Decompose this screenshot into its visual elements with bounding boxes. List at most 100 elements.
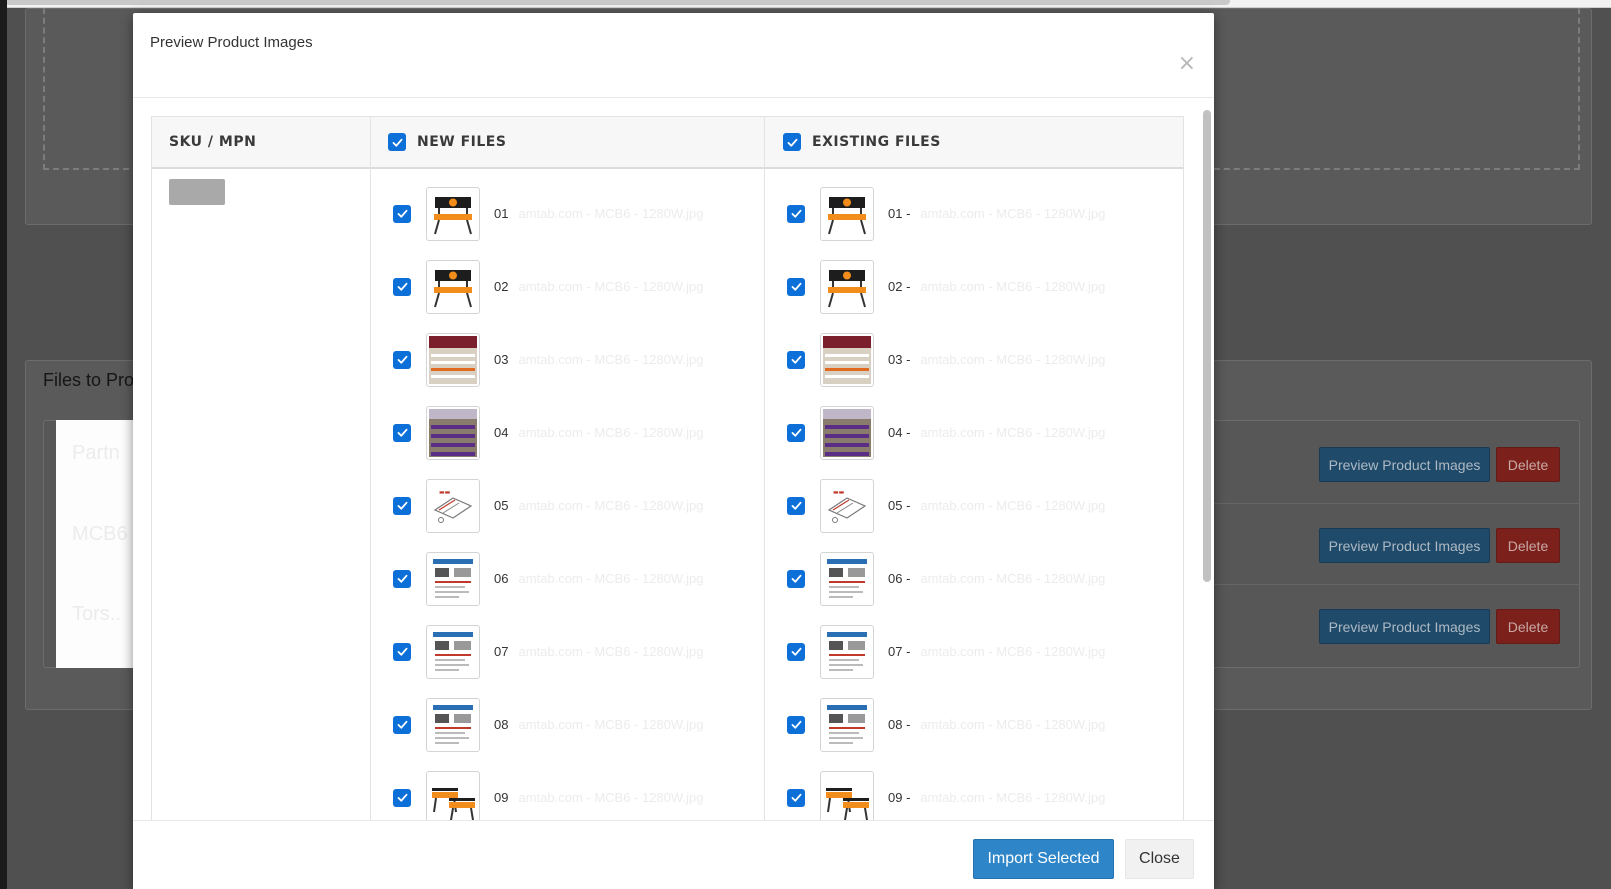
- file-select-checkbox[interactable]: [787, 350, 805, 369]
- file-number: 06 -: [888, 571, 911, 586]
- diagram-sketch-thumbnail[interactable]: ▬▬: [426, 478, 480, 533]
- file-select-checkbox[interactable]: [393, 423, 411, 442]
- file-row: Preview Product Images Delete: [1190, 425, 1580, 504]
- file-select-checkbox[interactable]: [393, 277, 411, 296]
- file-row: 01 - amtab.com - MCB6 - 1280W.jpg: [787, 177, 1105, 250]
- delete-button[interactable]: Delete: [1496, 528, 1560, 563]
- file-select-checkbox[interactable]: [787, 496, 805, 515]
- bench-orange-banner-thumbnail[interactable]: [820, 259, 874, 314]
- file-number: 02: [494, 279, 509, 294]
- check-icon: [791, 501, 801, 510]
- svg-text:▬▬: ▬▬: [833, 489, 845, 496]
- file-select-checkbox[interactable]: [393, 642, 411, 661]
- check-icon: [397, 209, 407, 218]
- file-name: MCB6: [72, 523, 128, 545]
- file-select-checkbox[interactable]: [787, 423, 805, 442]
- bench-orange-banner-thumbnail[interactable]: [820, 186, 874, 241]
- bench-orange-thumbnail[interactable]: [820, 770, 874, 820]
- file-select-checkbox[interactable]: [787, 642, 805, 661]
- file-number: 06: [494, 571, 509, 586]
- file-number: 04: [494, 425, 509, 440]
- check-icon: [787, 138, 797, 147]
- select-all-existing-checkbox[interactable]: [783, 133, 801, 151]
- bench-orange-banner-thumbnail[interactable]: [426, 259, 480, 314]
- file-name-faded: amtab.com - MCB6 - 1280W.jpg: [920, 498, 1106, 513]
- file-row: Preview Product Images Delete: [1190, 587, 1580, 666]
- file-name-faded: amtab.com - MCB6 - 1280W.jpg: [920, 717, 1106, 732]
- file-number: 05: [494, 498, 509, 513]
- file-row: Preview Product Images Delete: [1190, 506, 1580, 585]
- spec-sheet-thumbnail[interactable]: [426, 551, 480, 606]
- diagram-sketch-thumbnail[interactable]: ▬▬: [820, 478, 874, 533]
- column-divider: [764, 117, 765, 820]
- file-name-faded: amtab.com - MCB6 - 1280W.jpg: [518, 425, 704, 440]
- bleachers-purple-thumbnail[interactable]: [820, 405, 874, 460]
- files-panel-heading: Files to Pro: [43, 370, 135, 390]
- check-icon: [791, 720, 801, 729]
- check-icon: [397, 647, 407, 656]
- file-select-checkbox[interactable]: [393, 204, 411, 223]
- file-name-faded: amtab.com - MCB6 - 1280W.jpg: [920, 790, 1106, 805]
- file-select-checkbox[interactable]: [787, 715, 805, 734]
- modal-scrollbar[interactable]: [1203, 110, 1211, 582]
- address-bar: [0, 0, 1230, 5]
- bench-orange-banner-thumbnail[interactable]: [426, 186, 480, 241]
- check-icon: [791, 209, 801, 218]
- bench-orange-thumbnail[interactable]: [426, 770, 480, 820]
- file-name-faded: amtab.com - MCB6 - 1280W.jpg: [920, 644, 1106, 659]
- file-row: 07 - amtab.com - MCB6 - 1280W.jpg: [787, 615, 1105, 688]
- preview-product-images-button[interactable]: Preview Product Images: [1319, 528, 1490, 563]
- spec-sheet-thumbnail[interactable]: [820, 551, 874, 606]
- file-row: 06 - amtab.com - MCB6 - 1280W.jpg: [787, 542, 1105, 615]
- bleachers-gym-thumbnail[interactable]: [820, 332, 874, 387]
- check-icon: [397, 720, 407, 729]
- column-header-existing-files-label: EXISTING FILES: [812, 134, 941, 150]
- close-button[interactable]: Close: [1125, 839, 1194, 879]
- file-select-checkbox[interactable]: [787, 788, 805, 807]
- spec-sheet-thumbnail[interactable]: [820, 697, 874, 752]
- file-number: 03: [494, 352, 509, 367]
- delete-button[interactable]: Delete: [1496, 447, 1560, 482]
- preview-product-images-button[interactable]: Preview Product Images: [1319, 609, 1490, 644]
- spec-sheet-thumbnail[interactable]: [820, 624, 874, 679]
- spec-sheet-thumbnail[interactable]: [426, 697, 480, 752]
- file-select-checkbox[interactable]: [393, 496, 411, 515]
- file-name-column: Partn MCB6 Tors..: [56, 420, 134, 668]
- file-row: 03 - amtab.com - MCB6 - 1280W.jpg: [787, 323, 1105, 396]
- check-icon: [791, 574, 801, 583]
- spec-sheet-thumbnail[interactable]: [426, 624, 480, 679]
- check-icon: [392, 138, 402, 147]
- file-row: 04 amtab.com - MCB6 - 1280W.jpg: [393, 396, 703, 469]
- modal-body[interactable]: SKU / MPN NEW FILES EXISTING FILES 01 amt…: [133, 98, 1214, 820]
- check-icon: [397, 428, 407, 437]
- check-icon: [791, 793, 801, 802]
- bleachers-gym-thumbnail[interactable]: [426, 332, 480, 387]
- file-name-faded: amtab.com - MCB6 - 1280W.jpg: [920, 571, 1106, 586]
- file-select-checkbox[interactable]: [393, 788, 411, 807]
- preview-product-images-button[interactable]: Preview Product Images: [1319, 447, 1490, 482]
- bleachers-purple-thumbnail[interactable]: [426, 405, 480, 460]
- delete-button[interactable]: Delete: [1496, 609, 1560, 644]
- check-icon: [397, 282, 407, 291]
- check-icon: [791, 647, 801, 656]
- check-icon: [397, 574, 407, 583]
- file-select-checkbox[interactable]: [393, 715, 411, 734]
- file-name-faded: amtab.com - MCB6 - 1280W.jpg: [518, 717, 704, 732]
- file-number: 07: [494, 644, 509, 659]
- file-select-checkbox[interactable]: [787, 569, 805, 588]
- svg-text:▬▬: ▬▬: [439, 489, 451, 496]
- file-select-checkbox[interactable]: [787, 277, 805, 296]
- file-select-checkbox[interactable]: [787, 204, 805, 223]
- file-row: 04 - amtab.com - MCB6 - 1280W.jpg: [787, 396, 1105, 469]
- file-row: 08 amtab.com - MCB6 - 1280W.jpg: [393, 688, 703, 761]
- file-row: 06 amtab.com - MCB6 - 1280W.jpg: [393, 542, 703, 615]
- file-select-checkbox[interactable]: [393, 569, 411, 588]
- select-all-new-checkbox[interactable]: [388, 133, 406, 151]
- close-icon[interactable]: ×: [1178, 53, 1196, 75]
- images-table: SKU / MPN NEW FILES EXISTING FILES 01 amt…: [151, 116, 1184, 820]
- file-select-checkbox[interactable]: [393, 350, 411, 369]
- import-selected-button[interactable]: Import Selected: [973, 839, 1114, 879]
- column-header-new-files-label: NEW FILES: [417, 134, 507, 150]
- file-name-faded: amtab.com - MCB6 - 1280W.jpg: [518, 644, 704, 659]
- file-row: 01 amtab.com - MCB6 - 1280W.jpg: [393, 177, 703, 250]
